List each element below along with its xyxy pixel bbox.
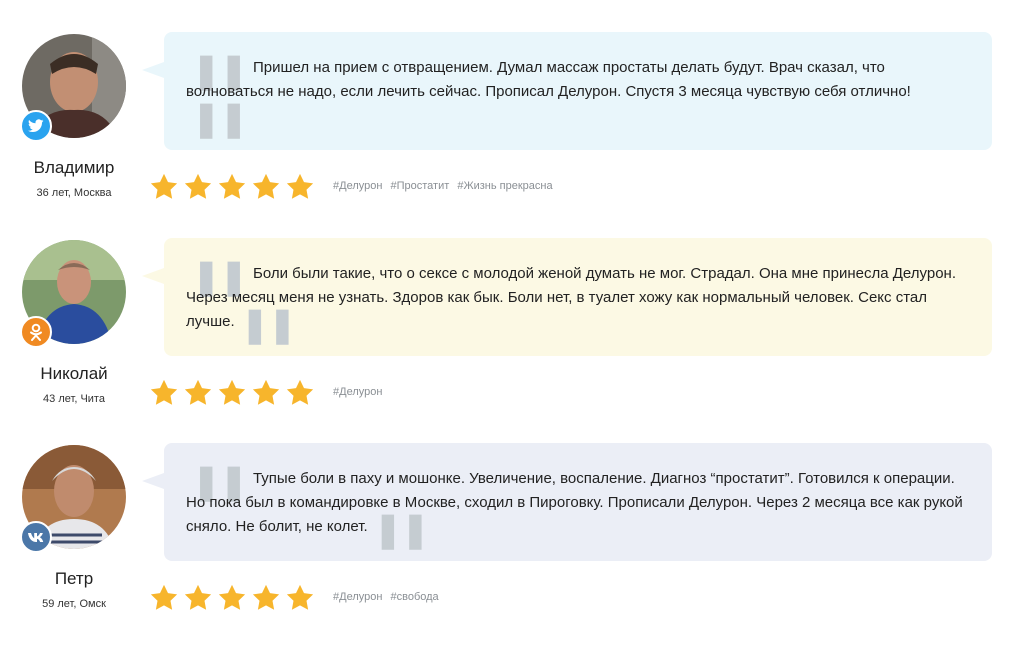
rating-stars: [149, 172, 315, 202]
reviewer-meta: 59 лет, Омск: [42, 598, 106, 610]
star-icon: [218, 173, 246, 199]
tag-link[interactable]: #Жизнь прекрасна: [457, 180, 552, 192]
review-text: Боли были такие, что о сексе с молодой ж…: [186, 265, 956, 330]
tag-link[interactable]: #Простатит: [391, 180, 450, 192]
star-icon: [286, 584, 314, 610]
reviewer-name: Николай: [40, 364, 108, 383]
star-icon: [252, 173, 280, 199]
star-icon: [218, 584, 246, 610]
star-icon: [184, 173, 212, 199]
reviewer-meta: 36 лет, Москва: [36, 187, 112, 199]
star-icon: [150, 584, 178, 610]
open-quote-icon: ❚❚: [192, 464, 248, 501]
open-quote-icon: ❚❚: [192, 259, 248, 296]
star-icon: [286, 173, 314, 199]
tag-link[interactable]: #свобода: [391, 591, 439, 603]
star-icon: [184, 584, 212, 610]
star-icon: [150, 173, 178, 199]
odnoklassniki-icon[interactable]: [20, 316, 52, 348]
twitter-icon[interactable]: [20, 110, 52, 142]
star-icon: [184, 379, 212, 405]
vk-icon[interactable]: [20, 521, 52, 553]
review-text: Тупые боли в паху и мошонке. Увеличение,…: [186, 470, 963, 535]
tag-link[interactable]: #Делурон: [333, 180, 382, 192]
review-card: Владимир 36 лет, Москва ❚❚ Пришел на прие…: [0, 32, 1024, 238]
avatar-container: [20, 34, 126, 142]
review-card: Николай 43 лет, Чита ❚❚ Боли были такие, …: [0, 238, 1024, 444]
tag-list: #Делурон #Простатит #Жизнь прекрасна: [333, 180, 558, 192]
reviewer-meta: 43 лет, Чита: [43, 393, 105, 405]
star-icon: [252, 584, 280, 610]
review-card: Петр 59 лет, Омск ❚❚ Тупые боли в паху и …: [0, 443, 1024, 649]
star-icon: [218, 379, 246, 405]
close-quote-icon: ❚❚: [192, 101, 248, 138]
avatar-container: [20, 445, 126, 553]
tag-list: #Делурон #свобода: [333, 591, 444, 603]
tag-link[interactable]: #Делурон: [333, 386, 382, 398]
review-bubble: ❚❚ Тупые боли в паху и мошонке. Увеличени…: [142, 443, 992, 561]
open-quote-icon: ❚❚: [192, 53, 248, 90]
reviewer-name: Петр: [54, 569, 94, 588]
avatar-container: [20, 240, 126, 348]
review-text: Пришел на прием с отвращением. Думал мас…: [186, 59, 911, 100]
star-icon: [252, 379, 280, 405]
tag-link[interactable]: #Делурон: [333, 591, 382, 603]
review-bubble: ❚❚ Боли были такие, что о сексе с молодой…: [142, 238, 992, 356]
rating-stars: [149, 583, 315, 613]
tag-list: #Делурон: [333, 386, 387, 398]
reviewer-name: Владимир: [33, 158, 115, 177]
review-bubble: ❚❚ Пришел на прием с отвращением. Думал м…: [142, 32, 992, 150]
close-quote-icon: ❚❚: [240, 307, 297, 344]
rating-stars: [149, 378, 315, 408]
star-icon: [286, 379, 314, 405]
close-quote-icon: ❚❚: [373, 512, 430, 549]
star-icon: [150, 379, 178, 405]
